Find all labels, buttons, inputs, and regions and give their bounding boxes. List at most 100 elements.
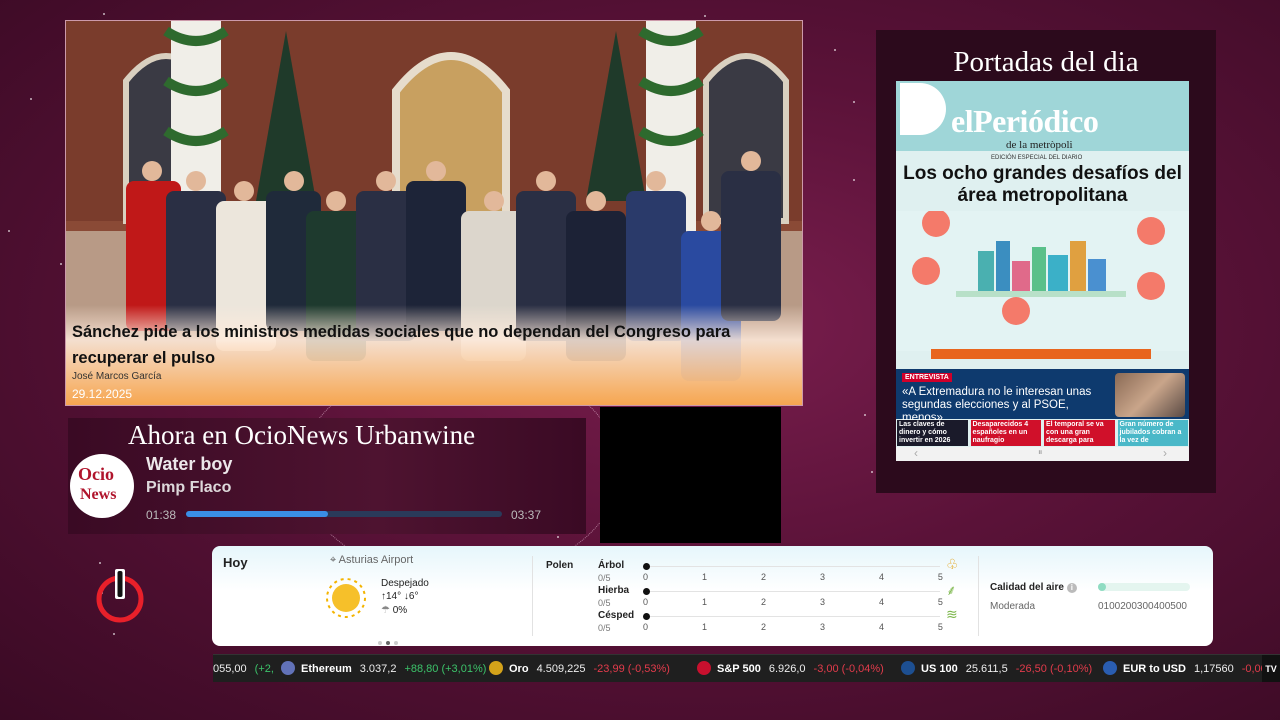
location-name: Asturias Airport: [338, 554, 414, 566]
pollen-label: Polen: [546, 560, 574, 571]
grass-icon: ⸙: [946, 582, 957, 598]
temp-high: 14°: [386, 591, 402, 602]
air-quality-label: Calidad del aire i: [990, 582, 1077, 593]
ticker-change: +88,80 (+3,01%): [404, 663, 487, 675]
air-quality-bar: [1098, 583, 1190, 591]
sparkle: [704, 15, 706, 17]
pollen-scale: 012345: [643, 597, 943, 607]
ticker-price: 055,00: [213, 663, 247, 675]
video-placeholder: [600, 407, 781, 543]
us100-icon: [901, 661, 915, 675]
news-date: 29.12.2025: [72, 387, 133, 401]
pollen-score: 0/5: [598, 573, 611, 583]
gold-icon: [489, 661, 503, 675]
tree-icon: ♧: [946, 556, 959, 572]
location-pin-icon: ⌖: [330, 554, 337, 566]
pause-icon[interactable]: ⏸: [1038, 447, 1043, 458]
ticker-change: -3,00 (-0,04%): [813, 663, 884, 675]
sparkle: [853, 101, 855, 103]
ticker-price: 6.926,0: [768, 663, 806, 675]
total-time: 03:37: [511, 508, 542, 522]
ticker-name: EUR to USD: [1123, 663, 1186, 675]
portadas-panel: Portadas del dia elPeriódico de la metrò…: [876, 30, 1216, 493]
sparkle: [864, 414, 866, 416]
newspaper-banner: [931, 349, 1151, 359]
lawn-icon: ≋: [946, 606, 958, 622]
news-author: José Marcos García: [72, 371, 162, 382]
weather-rain: ☂ 0%: [381, 605, 407, 616]
song-title: Water boy: [146, 454, 233, 474]
news-headline[interactable]: Sánchez pide a los ministros medidas soc…: [72, 319, 792, 371]
ticker-item[interactable]: Oro 4.509,225 -23,99 (-0,53%): [489, 655, 670, 682]
pollen-row-lawn: Césped 0/5 012345 ≋: [598, 606, 958, 634]
ticker-name: US 100: [921, 663, 958, 675]
newspaper-frontpage[interactable]: elPeriódico de la metròpoli EDICIÓN ESPE…: [896, 81, 1189, 461]
umbrella-icon: ☂: [381, 605, 390, 616]
portadas-title: Portadas del dia: [953, 46, 1139, 78]
divider: [978, 556, 979, 636]
power-icon[interactable]: [94, 567, 146, 623]
weather-temps: ↑14° ↓6°: [381, 591, 418, 602]
pollen-scale: 012345: [643, 572, 943, 582]
interview-tag: ENTREVISTA: [902, 373, 952, 382]
weather-condition: Despejado: [381, 578, 429, 589]
prev-arrow-icon[interactable]: ‹: [914, 446, 918, 460]
ticker-price: 3.037,2: [359, 663, 397, 675]
pollen-name: Césped: [598, 610, 635, 621]
newspaper-tile: Las claves de dinero y cómo invertir en …: [897, 420, 968, 446]
now-playing-title: Ahora en OcioNews Urbanwine: [128, 420, 476, 450]
sparkle: [99, 562, 101, 564]
info-icon[interactable]: i: [1066, 583, 1077, 593]
next-arrow-icon[interactable]: ›: [1163, 446, 1167, 460]
pollen-track: [650, 616, 940, 617]
ticker-name: S&P 500: [717, 663, 761, 675]
sp500-icon: [697, 661, 711, 675]
elapsed-time: 01:38: [146, 508, 177, 522]
news-card[interactable]: Sánchez pide a los ministros medidas soc…: [65, 20, 803, 406]
ticker-item[interactable]: Ethereum 3.037,2 +88,80 (+3,01%): [281, 655, 486, 682]
sparkle: [853, 179, 855, 181]
weather-day: Hoy: [223, 555, 248, 570]
pollen-name: Hierba: [598, 585, 630, 596]
ticker-item[interactable]: US 100 25.611,5 -26,50 (-0,10%): [901, 655, 1092, 682]
sparkle: [834, 49, 836, 51]
interview-photo: [1115, 373, 1185, 417]
pollen-row-grass: Hierba 0/5 012345 ⸙: [598, 582, 958, 609]
now-playing-panel: Ahora en OcioNews Urbanwine Ocio News Wa…: [68, 418, 586, 534]
ticker-change: -23,99 (-0,53%): [593, 663, 670, 675]
newspaper-tile: Gran número de jubilados cobran a la vez…: [1117, 420, 1188, 446]
air-quality-marker: [1098, 583, 1106, 591]
sparkle: [8, 230, 10, 232]
air-quality-value: Moderada: [990, 601, 1036, 612]
pollen-name: Árbol: [598, 560, 625, 571]
air-quality-scale: 0100200300400500: [1098, 601, 1187, 612]
ticker-change: (+2,: [254, 663, 274, 675]
sparkle: [103, 13, 105, 15]
sun-icon: [326, 578, 366, 618]
ticker-name: Ethereum: [301, 663, 352, 675]
pollen-track: [650, 591, 940, 592]
pollen-score: 0/5: [598, 623, 611, 633]
song-artist: Pimp Flaco: [146, 479, 232, 496]
weather-location: ⌖ Asturias Airport: [330, 554, 413, 567]
newspaper-tiles: Las claves de dinero y cómo invertir en …: [896, 420, 1189, 446]
newspaper-headline: Los ocho grandes desafíos del área metro…: [903, 163, 1182, 206]
ticker-item[interactable]: S&P 500 6.926,0 -3,00 (-0,04%): [697, 655, 884, 682]
pollen-track: [650, 566, 940, 567]
station-logo: Ocio News: [70, 454, 134, 518]
newspaper-logo-sub: de la metròpoli: [1006, 139, 1073, 151]
newspaper-edition: EDICIÓN ESPECIAL DEL DIARIO: [991, 155, 1083, 161]
carousel-dots[interactable]: [376, 632, 400, 650]
ticker-price: 25.611,5: [965, 663, 1008, 675]
ticker-item[interactable]: 055,00 (+2,: [213, 655, 274, 682]
ticker-item[interactable]: EUR to USD 1,17560 -0,00: [1103, 655, 1267, 682]
tradingview-icon[interactable]: TV: [1262, 655, 1280, 682]
station-logo-line1: Ocio: [78, 464, 114, 484]
ethereum-icon: [281, 661, 295, 675]
frontpage-nav: ‹ ⏸ ›: [896, 446, 1189, 461]
pollen-scale: 012345: [643, 622, 943, 632]
progress-bar[interactable]: [186, 511, 502, 517]
temp-low: 6°: [408, 591, 419, 602]
sparkle: [30, 98, 32, 100]
eurusd-icon: [1103, 661, 1117, 675]
